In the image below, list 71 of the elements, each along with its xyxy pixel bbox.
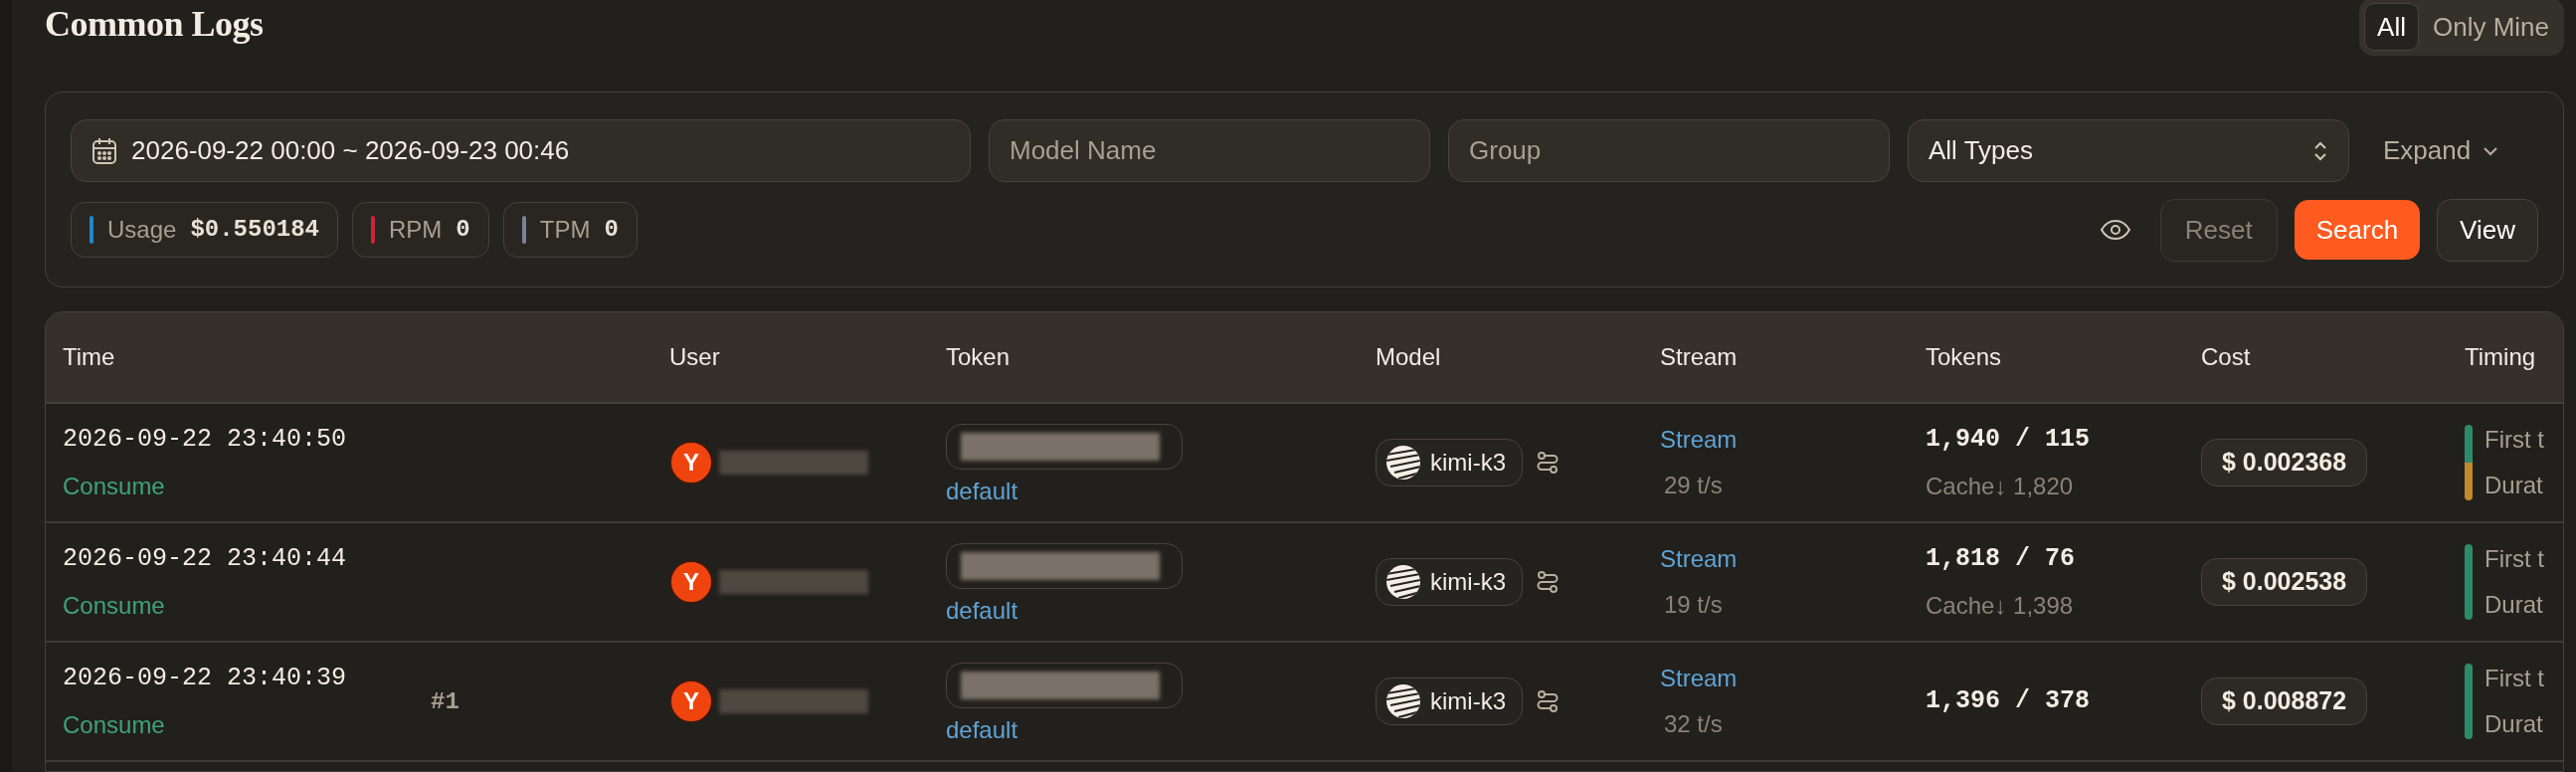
- speed-text: 19 t/s: [1663, 590, 1724, 620]
- column-header: Time: [63, 342, 116, 372]
- striped-circle-icon: [1386, 684, 1420, 718]
- cost-badge: $ 0.002368: [2201, 439, 2368, 486]
- scope-tab[interactable]: All: [2364, 3, 2419, 51]
- group-link[interactable]: default: [946, 593, 1018, 629]
- column-header: Timing: [2465, 342, 2537, 372]
- token-count: 1,818 / 76: [1926, 543, 2077, 576]
- striped-circle-icon: [1386, 446, 1420, 480]
- user-avatar: Y: [669, 560, 713, 604]
- scope-tab[interactable]: Only Mine: [2422, 3, 2559, 51]
- log-type: Consume: [63, 590, 166, 621]
- expand-button[interactable]: Expand: [2383, 131, 2499, 170]
- cost-badge: $ 0.008872: [2201, 677, 2368, 725]
- route-icon[interactable]: [1537, 688, 1559, 714]
- column-header: Stream: [1660, 342, 1739, 372]
- column-header: Model: [1376, 342, 1442, 372]
- token-count: 1,396 / 378: [1926, 685, 2092, 718]
- log-type: Consume: [63, 709, 166, 740]
- timing-text: Durat: [2484, 590, 2544, 620]
- type-select[interactable]: All Types: [1908, 119, 2349, 182]
- column-header: Token: [946, 342, 1012, 372]
- timing-text: Durat: [2484, 709, 2544, 739]
- model-name-field[interactable]: Model Name: [989, 119, 1430, 182]
- route-icon[interactable]: [1537, 569, 1559, 595]
- model-name: kimi-k3: [1430, 567, 1507, 597]
- stat-value: $0.550184: [190, 215, 319, 245]
- cost-badge: $ 0.002538: [2201, 558, 2368, 606]
- action-button[interactable]: Reset: [2159, 198, 2278, 262]
- chevron-down-icon: [2483, 145, 2499, 156]
- stat-label: RPM: [389, 215, 443, 245]
- timing-text: First t: [2484, 664, 2544, 693]
- time-text: 2026-09-22 23:40:39: [63, 663, 348, 695]
- model-name: kimi-k3: [1430, 686, 1507, 716]
- timing-text: Durat: [2484, 471, 2544, 500]
- striped-circle-icon: [1386, 565, 1420, 599]
- stream-label: Stream: [1660, 664, 1739, 693]
- column-header: Tokens: [1926, 342, 2003, 372]
- stat-value: 0: [456, 215, 470, 245]
- stream-label: Stream: [1660, 544, 1739, 574]
- column-header: User: [669, 342, 721, 372]
- log-type: Consume: [63, 471, 166, 501]
- token-count: 1,940 / 115: [1926, 424, 2092, 457]
- stream-label: Stream: [1660, 425, 1739, 455]
- speed-text: 29 t/s: [1663, 471, 1724, 500]
- date-range-text: 2026-09-22 00:00 ~ 2026-09-23 00:46: [131, 134, 570, 167]
- route-icon[interactable]: [1537, 450, 1559, 476]
- group-link[interactable]: default: [946, 474, 1018, 509]
- time-text: 2026-09-22 23:40:50: [63, 424, 348, 457]
- timing-text: First t: [2484, 425, 2544, 455]
- action-button[interactable]: Search: [2294, 200, 2421, 260]
- speed-text: 32 t/s: [1663, 709, 1724, 739]
- time-text: 2026-09-22 23:40:44: [63, 543, 348, 576]
- column-header: Cost: [2201, 342, 2252, 372]
- cache-text: Cache↓ 1,398: [1926, 590, 2075, 621]
- eye-icon[interactable]: [2099, 219, 2131, 241]
- model-name: kimi-k3: [1430, 448, 1507, 478]
- action-button[interactable]: View: [2437, 198, 2538, 262]
- group-field[interactable]: Group: [1448, 119, 1890, 182]
- stat-value: 0: [604, 215, 619, 245]
- cache-text: Cache↓ 1,820: [1926, 471, 2075, 501]
- stat-label: Usage: [107, 215, 177, 245]
- channel-index: #1: [431, 688, 460, 715]
- calendar-icon: [92, 136, 117, 165]
- timing-text: First t: [2484, 544, 2544, 574]
- stat-label: TPM: [539, 215, 591, 245]
- group-link[interactable]: default: [946, 712, 1018, 748]
- user-avatar: Y: [669, 679, 713, 723]
- date-range-field[interactable]: 2026-09-22 00:00 ~ 2026-09-23 00:46: [71, 119, 971, 182]
- user-avatar: Y: [669, 441, 713, 484]
- page-title: Common Logs: [45, 3, 264, 46]
